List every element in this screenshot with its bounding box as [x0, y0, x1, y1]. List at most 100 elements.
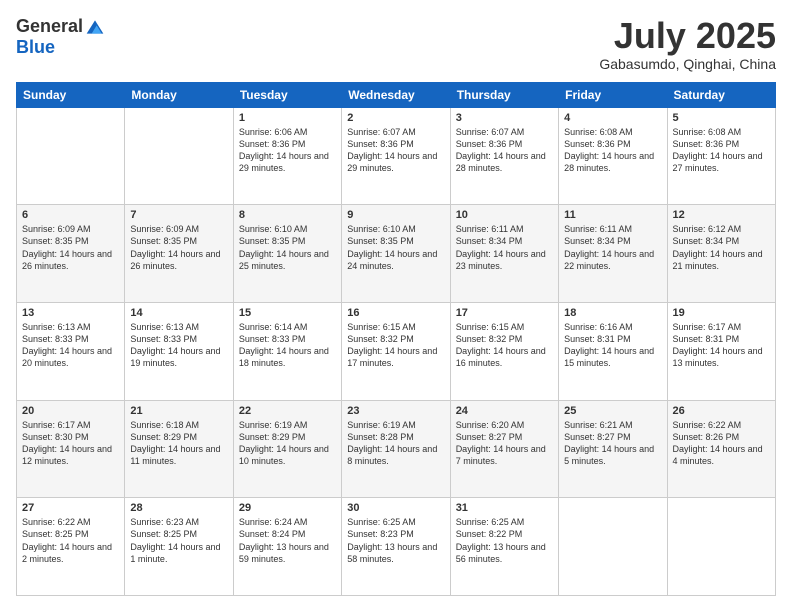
calendar-cell: 14 Sunrise: 6:13 AM Sunset: 8:33 PM Dayli…	[125, 302, 233, 400]
calendar-cell: 15Sunrise: 6:14 AM Sunset: 8:33 PM Dayli…	[233, 302, 341, 400]
calendar-cell: 3Sunrise: 6:07 AM Sunset: 8:36 PM Daylig…	[450, 107, 558, 205]
day-info: Sunrise: 6:11 AM Sunset: 8:34 PM Dayligh…	[564, 223, 661, 272]
day-info: Sunrise: 6:22 AM Sunset: 8:26 PM Dayligh…	[673, 419, 770, 468]
logo-blue: Blue	[16, 37, 55, 58]
day-info: Sunrise: 6:19 AM Sunset: 8:28 PM Dayligh…	[347, 419, 444, 468]
weekday-header-wednesday: Wednesday	[342, 82, 450, 107]
calendar-cell: 29 Sunrise: 6:24 AM Sunset: 8:24 PM Dayli…	[233, 498, 341, 596]
day-number: 5	[673, 112, 770, 124]
calendar-cell: 19 Sunrise: 6:17 AM Sunset: 8:31 PM Dayli…	[667, 302, 775, 400]
day-number: 16	[347, 307, 444, 319]
calendar-cell: 16 Sunrise: 6:15 AM Sunset: 8:32 PM Dayli…	[342, 302, 450, 400]
weekday-header-thursday: Thursday	[450, 82, 558, 107]
calendar-cell: 25Sunrise: 6:21 AM Sunset: 8:27 PM Dayli…	[559, 400, 667, 498]
day-info: Sunrise: 6:19 AM Sunset: 8:29 PM Dayligh…	[239, 419, 336, 468]
day-number: 22	[239, 405, 336, 417]
calendar-cell: 13Sunrise: 6:13 AM Sunset: 8:33 PM Dayli…	[17, 302, 125, 400]
day-number: 6	[22, 209, 119, 221]
calendar-cell: 30 Sunrise: 6:25 AM Sunset: 8:23 PM Dayli…	[342, 498, 450, 596]
day-info: Sunrise: 6:07 AM Sunset: 8:36 PM Dayligh…	[456, 126, 553, 175]
calendar-cell: 22 Sunrise: 6:19 AM Sunset: 8:29 PM Dayli…	[233, 400, 341, 498]
day-info: Sunrise: 6:09 AM Sunset: 8:35 PM Dayligh…	[130, 223, 227, 272]
day-number: 14	[130, 307, 227, 319]
calendar-cell: 24 Sunrise: 6:20 AM Sunset: 8:27 PM Dayli…	[450, 400, 558, 498]
calendar-cell: 27Sunrise: 6:22 AM Sunset: 8:25 PM Dayli…	[17, 498, 125, 596]
weekday-header-row: SundayMondayTuesdayWednesdayThursdayFrid…	[17, 82, 776, 107]
day-number: 19	[673, 307, 770, 319]
day-number: 11	[564, 209, 661, 221]
logo-general: General	[16, 16, 83, 37]
calendar-cell: 4 Sunrise: 6:08 AM Sunset: 8:36 PM Daylig…	[559, 107, 667, 205]
calendar-cell: 11 Sunrise: 6:11 AM Sunset: 8:34 PM Dayli…	[559, 205, 667, 303]
calendar-table: SundayMondayTuesdayWednesdayThursdayFrid…	[16, 82, 776, 596]
day-number: 28	[130, 502, 227, 514]
day-info: Sunrise: 6:15 AM Sunset: 8:32 PM Dayligh…	[347, 321, 444, 370]
calendar-week-5: 27Sunrise: 6:22 AM Sunset: 8:25 PM Dayli…	[17, 498, 776, 596]
day-number: 2	[347, 112, 444, 124]
day-number: 9	[347, 209, 444, 221]
day-info: Sunrise: 6:16 AM Sunset: 8:31 PM Dayligh…	[564, 321, 661, 370]
calendar-cell	[17, 107, 125, 205]
calendar-cell: 5Sunrise: 6:08 AM Sunset: 8:36 PM Daylig…	[667, 107, 775, 205]
calendar-week-3: 13Sunrise: 6:13 AM Sunset: 8:33 PM Dayli…	[17, 302, 776, 400]
calendar-cell: 6 Sunrise: 6:09 AM Sunset: 8:35 PM Daylig…	[17, 205, 125, 303]
day-info: Sunrise: 6:17 AM Sunset: 8:30 PM Dayligh…	[22, 419, 119, 468]
day-info: Sunrise: 6:15 AM Sunset: 8:32 PM Dayligh…	[456, 321, 553, 370]
calendar-cell: 18 Sunrise: 6:16 AM Sunset: 8:31 PM Dayli…	[559, 302, 667, 400]
day-info: Sunrise: 6:25 AM Sunset: 8:23 PM Dayligh…	[347, 516, 444, 565]
weekday-header-tuesday: Tuesday	[233, 82, 341, 107]
day-number: 17	[456, 307, 553, 319]
calendar-cell: 1 Sunrise: 6:06 AM Sunset: 8:36 PM Daylig…	[233, 107, 341, 205]
calendar-week-4: 20Sunrise: 6:17 AM Sunset: 8:30 PM Dayli…	[17, 400, 776, 498]
calendar-cell: 7Sunrise: 6:09 AM Sunset: 8:35 PM Daylig…	[125, 205, 233, 303]
day-number: 30	[347, 502, 444, 514]
day-info: Sunrise: 6:22 AM Sunset: 8:25 PM Dayligh…	[22, 516, 119, 565]
calendar-cell: 10 Sunrise: 6:11 AM Sunset: 8:34 PM Dayli…	[450, 205, 558, 303]
calendar-cell: 20Sunrise: 6:17 AM Sunset: 8:30 PM Dayli…	[17, 400, 125, 498]
calendar-cell	[559, 498, 667, 596]
day-info: Sunrise: 6:20 AM Sunset: 8:27 PM Dayligh…	[456, 419, 553, 468]
calendar-cell: 21 Sunrise: 6:18 AM Sunset: 8:29 PM Dayli…	[125, 400, 233, 498]
logo-icon	[85, 17, 105, 37]
day-number: 24	[456, 405, 553, 417]
day-info: Sunrise: 6:09 AM Sunset: 8:35 PM Dayligh…	[22, 223, 119, 272]
day-number: 23	[347, 405, 444, 417]
weekday-header-friday: Friday	[559, 82, 667, 107]
day-number: 18	[564, 307, 661, 319]
location-subtitle: Gabasumdo, Qinghai, China	[599, 56, 776, 72]
day-info: Sunrise: 6:13 AM Sunset: 8:33 PM Dayligh…	[22, 321, 119, 370]
day-number: 29	[239, 502, 336, 514]
day-info: Sunrise: 6:17 AM Sunset: 8:31 PM Dayligh…	[673, 321, 770, 370]
day-number: 26	[673, 405, 770, 417]
weekday-header-sunday: Sunday	[17, 82, 125, 107]
day-info: Sunrise: 6:06 AM Sunset: 8:36 PM Dayligh…	[239, 126, 336, 175]
day-info: Sunrise: 6:11 AM Sunset: 8:34 PM Dayligh…	[456, 223, 553, 272]
day-info: Sunrise: 6:07 AM Sunset: 8:36 PM Dayligh…	[347, 126, 444, 175]
day-number: 25	[564, 405, 661, 417]
day-number: 8	[239, 209, 336, 221]
day-info: Sunrise: 6:10 AM Sunset: 8:35 PM Dayligh…	[239, 223, 336, 272]
calendar-cell: 26 Sunrise: 6:22 AM Sunset: 8:26 PM Dayli…	[667, 400, 775, 498]
day-info: Sunrise: 6:10 AM Sunset: 8:35 PM Dayligh…	[347, 223, 444, 272]
day-info: Sunrise: 6:14 AM Sunset: 8:33 PM Dayligh…	[239, 321, 336, 370]
calendar-week-2: 6 Sunrise: 6:09 AM Sunset: 8:35 PM Daylig…	[17, 205, 776, 303]
day-number: 10	[456, 209, 553, 221]
day-number: 12	[673, 209, 770, 221]
calendar-cell: 28Sunrise: 6:23 AM Sunset: 8:25 PM Dayli…	[125, 498, 233, 596]
day-info: Sunrise: 6:18 AM Sunset: 8:29 PM Dayligh…	[130, 419, 227, 468]
calendar-cell: 8 Sunrise: 6:10 AM Sunset: 8:35 PM Daylig…	[233, 205, 341, 303]
day-number: 21	[130, 405, 227, 417]
calendar-cell: 31Sunrise: 6:25 AM Sunset: 8:22 PM Dayli…	[450, 498, 558, 596]
header: General Blue July 2025 Gabasumdo, Qingha…	[16, 16, 776, 72]
calendar-body: 1 Sunrise: 6:06 AM Sunset: 8:36 PM Daylig…	[17, 107, 776, 595]
day-info: Sunrise: 6:13 AM Sunset: 8:33 PM Dayligh…	[130, 321, 227, 370]
day-info: Sunrise: 6:24 AM Sunset: 8:24 PM Dayligh…	[239, 516, 336, 565]
day-number: 1	[239, 112, 336, 124]
calendar-cell: 17 Sunrise: 6:15 AM Sunset: 8:32 PM Dayli…	[450, 302, 558, 400]
page: General Blue July 2025 Gabasumdo, Qingha…	[0, 0, 792, 612]
calendar-cell	[667, 498, 775, 596]
weekday-header-saturday: Saturday	[667, 82, 775, 107]
day-number: 4	[564, 112, 661, 124]
weekday-header-monday: Monday	[125, 82, 233, 107]
day-info: Sunrise: 6:08 AM Sunset: 8:36 PM Dayligh…	[564, 126, 661, 175]
